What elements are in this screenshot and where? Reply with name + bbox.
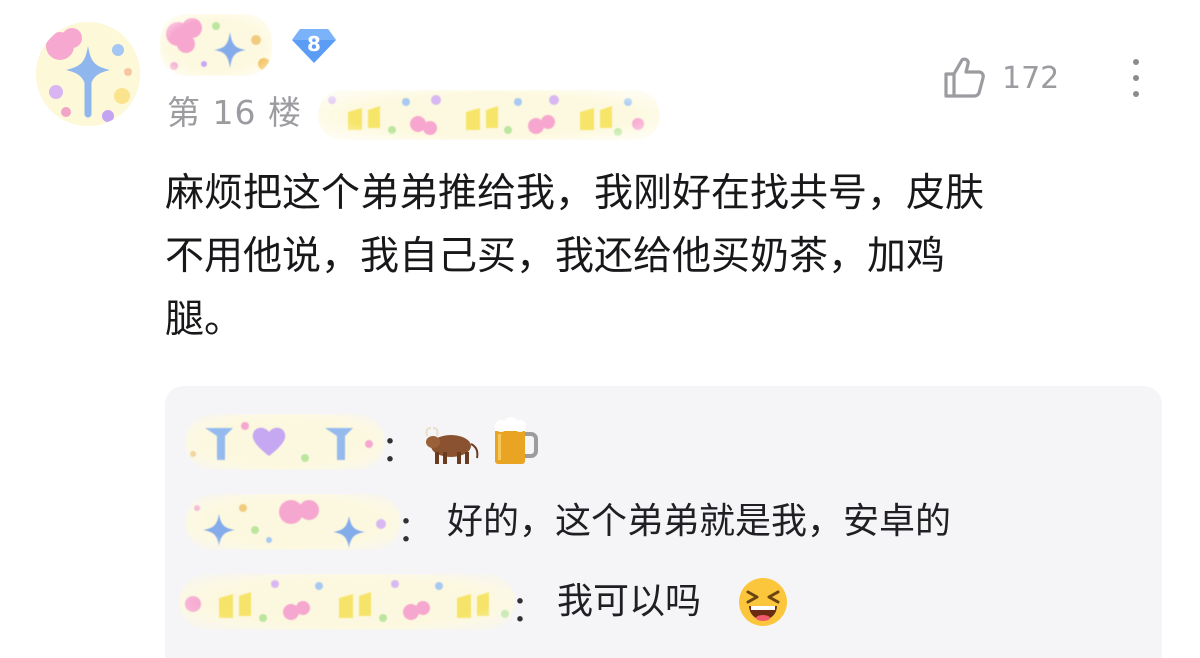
- reply-separator: ：: [397, 509, 434, 550]
- reply-content: 我可以吗: [557, 581, 702, 622]
- comment-body: 麻烦把这个弟弟推给我，我刚好在找共号，皮肤 不用他说，我自己买，我还给他买奶茶，…: [165, 162, 1165, 351]
- comment-line: 麻烦把这个弟弟推给我，我刚好在找共号，皮肤: [165, 171, 985, 216]
- user-tags-mask: [318, 90, 660, 140]
- username-mask[interactable]: [160, 14, 272, 76]
- floor-number: 第 16 楼: [167, 93, 302, 132]
- reply-separator: ：: [381, 429, 418, 470]
- comment-card: 8 第 16 楼 172 麻烦把这个弟弟推给我，我刚好在找共号，皮肤 不用他说，…: [0, 0, 1200, 658]
- reply-item[interactable]: ： 好的，这个弟弟就是我，安卓的: [165, 490, 1162, 554]
- reply-item[interactable]: ：: [165, 410, 1162, 474]
- reply-item[interactable]: ： 我可以吗: [165, 570, 1162, 634]
- thumbs-up-icon: [944, 57, 985, 98]
- reply-content: 好的，这个弟弟就是我，安卓的: [447, 501, 952, 542]
- avatar[interactable]: [36, 22, 140, 126]
- level-number: 8: [307, 32, 321, 56]
- ox-emoji: [425, 424, 481, 466]
- more-options-button[interactable]: [1116, 50, 1156, 106]
- reply-author-mask[interactable]: [179, 574, 515, 630]
- like-button[interactable]: 172: [940, 50, 1059, 106]
- more-vertical-icon: [1133, 59, 1139, 65]
- reply-author-mask[interactable]: [185, 494, 401, 550]
- like-count: 172: [1002, 60, 1060, 96]
- level-badge: 8: [290, 25, 338, 67]
- replies-panel[interactable]: ： ： 好的，这个弟弟就是我，安卓的 ： 我可以吗: [165, 386, 1162, 658]
- comment-line: 不用他说，我自己买，我还给他买奶茶，加鸡: [165, 234, 946, 279]
- reply-author-mask[interactable]: [185, 414, 385, 470]
- beer-mug-emoji: [489, 416, 539, 468]
- grinning-squinting-face-emoji: [737, 576, 789, 628]
- reply-separator: ：: [511, 589, 548, 630]
- comment-line: 腿。: [165, 297, 244, 342]
- avatar-image: [36, 22, 140, 126]
